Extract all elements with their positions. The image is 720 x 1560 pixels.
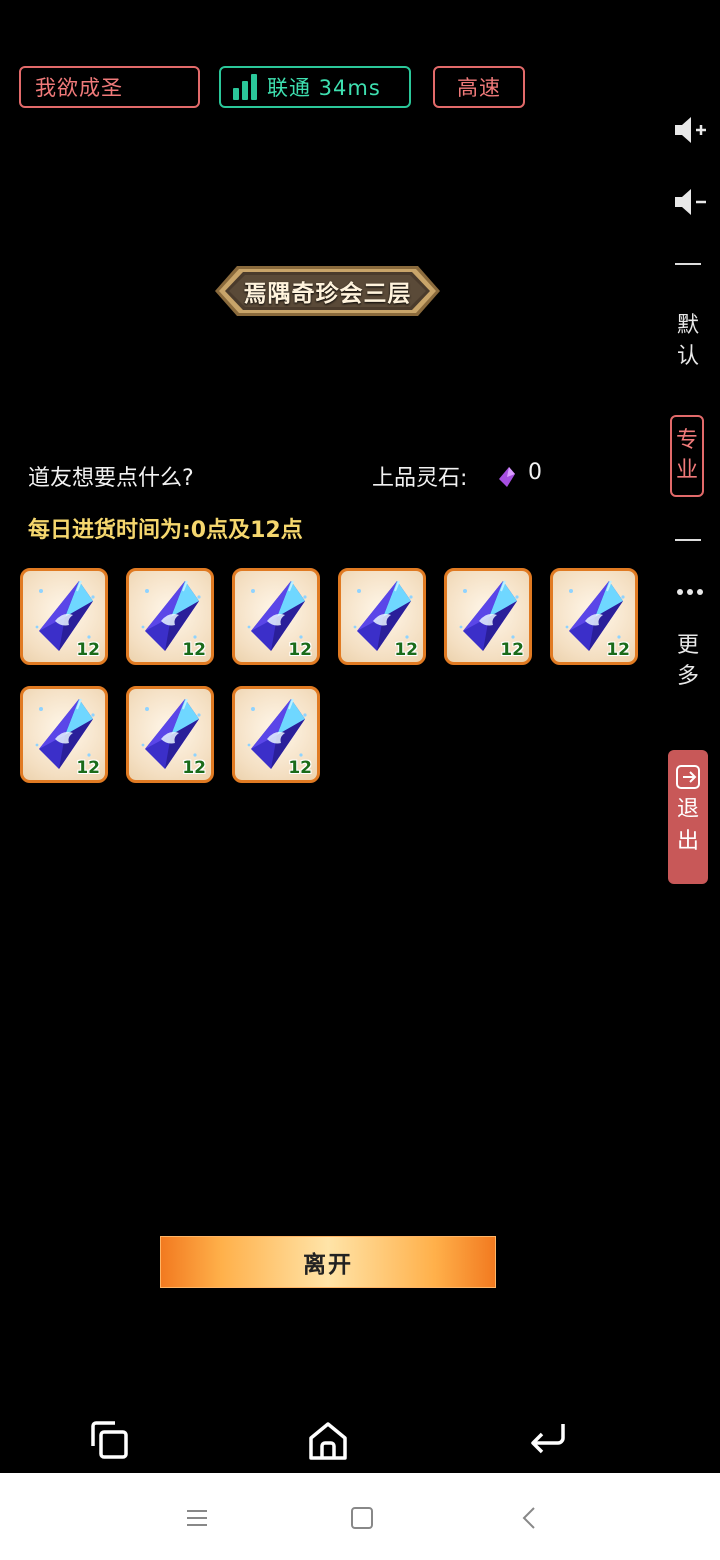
leave-button[interactable]: 离开	[160, 1236, 496, 1288]
item-count: 12	[394, 640, 418, 660]
speed-mode-button[interactable]: 高速	[433, 66, 525, 108]
volume-up-icon[interactable]	[672, 112, 708, 148]
item-count: 12	[606, 640, 630, 660]
spirit-stone-icon	[499, 467, 515, 487]
square-home-icon[interactable]	[348, 1504, 376, 1532]
shop-item[interactable]: 12	[338, 568, 426, 665]
shop-item[interactable]: 12	[20, 568, 108, 665]
leave-label: 离开	[303, 1252, 353, 1278]
exit-icon	[676, 765, 700, 789]
shop-item[interactable]: 12	[126, 686, 214, 783]
shop-item[interactable]: 12	[20, 686, 108, 783]
network-label: 联通 34ms	[267, 76, 381, 100]
network-status-badge[interactable]: 联通 34ms	[219, 66, 411, 108]
shop-title-banner: 焉隅奇珍会三层	[215, 262, 440, 320]
pro-mode-button[interactable]: 专业	[670, 415, 704, 497]
volume-down-icon[interactable]	[672, 184, 708, 220]
item-count: 12	[76, 640, 100, 660]
game-name-label: 我欲成圣	[35, 76, 123, 100]
shop-item[interactable]: 12	[444, 568, 532, 665]
default-mode-button[interactable]: 默认	[668, 310, 708, 372]
signal-bars-icon	[233, 74, 257, 100]
item-count: 12	[182, 758, 206, 778]
divider	[675, 539, 701, 541]
item-count: 12	[288, 758, 312, 778]
game-name-badge[interactable]: 我欲成圣	[19, 66, 200, 108]
return-arrow-icon[interactable]	[526, 1418, 570, 1462]
exit-button[interactable]: 退出	[668, 750, 708, 884]
menu-icon[interactable]	[183, 1504, 211, 1532]
spirit-stone-count: 0	[528, 460, 542, 485]
shop-item[interactable]: 12	[550, 568, 638, 665]
copy-window-icon[interactable]	[87, 1418, 131, 1462]
more-button[interactable]: 更多	[668, 630, 708, 692]
item-count: 12	[500, 640, 524, 660]
shop-item[interactable]: 12	[232, 568, 320, 665]
shop-item[interactable]: 12	[232, 686, 320, 783]
shop-title: 焉隅奇珍会三层	[243, 281, 412, 307]
restock-notice: 每日进货时间为:0点及12点	[28, 518, 303, 543]
item-count: 12	[76, 758, 100, 778]
pro-mode-label: 专业	[675, 428, 698, 483]
chevron-left-icon[interactable]	[516, 1504, 544, 1532]
more-label: 更多	[676, 633, 699, 689]
divider	[675, 263, 701, 265]
spirit-stone-label: 上品灵石:	[372, 466, 468, 491]
home-icon[interactable]	[306, 1418, 350, 1462]
shop-item[interactable]: 12	[126, 568, 214, 665]
item-count: 12	[182, 640, 206, 660]
default-mode-label: 默认	[676, 313, 699, 369]
item-count: 12	[288, 640, 312, 660]
more-dots-icon[interactable]	[672, 574, 708, 610]
speed-label: 高速	[457, 76, 501, 100]
exit-label: 退出	[676, 797, 699, 854]
shop-prompt: 道友想要点什么?	[28, 466, 194, 491]
